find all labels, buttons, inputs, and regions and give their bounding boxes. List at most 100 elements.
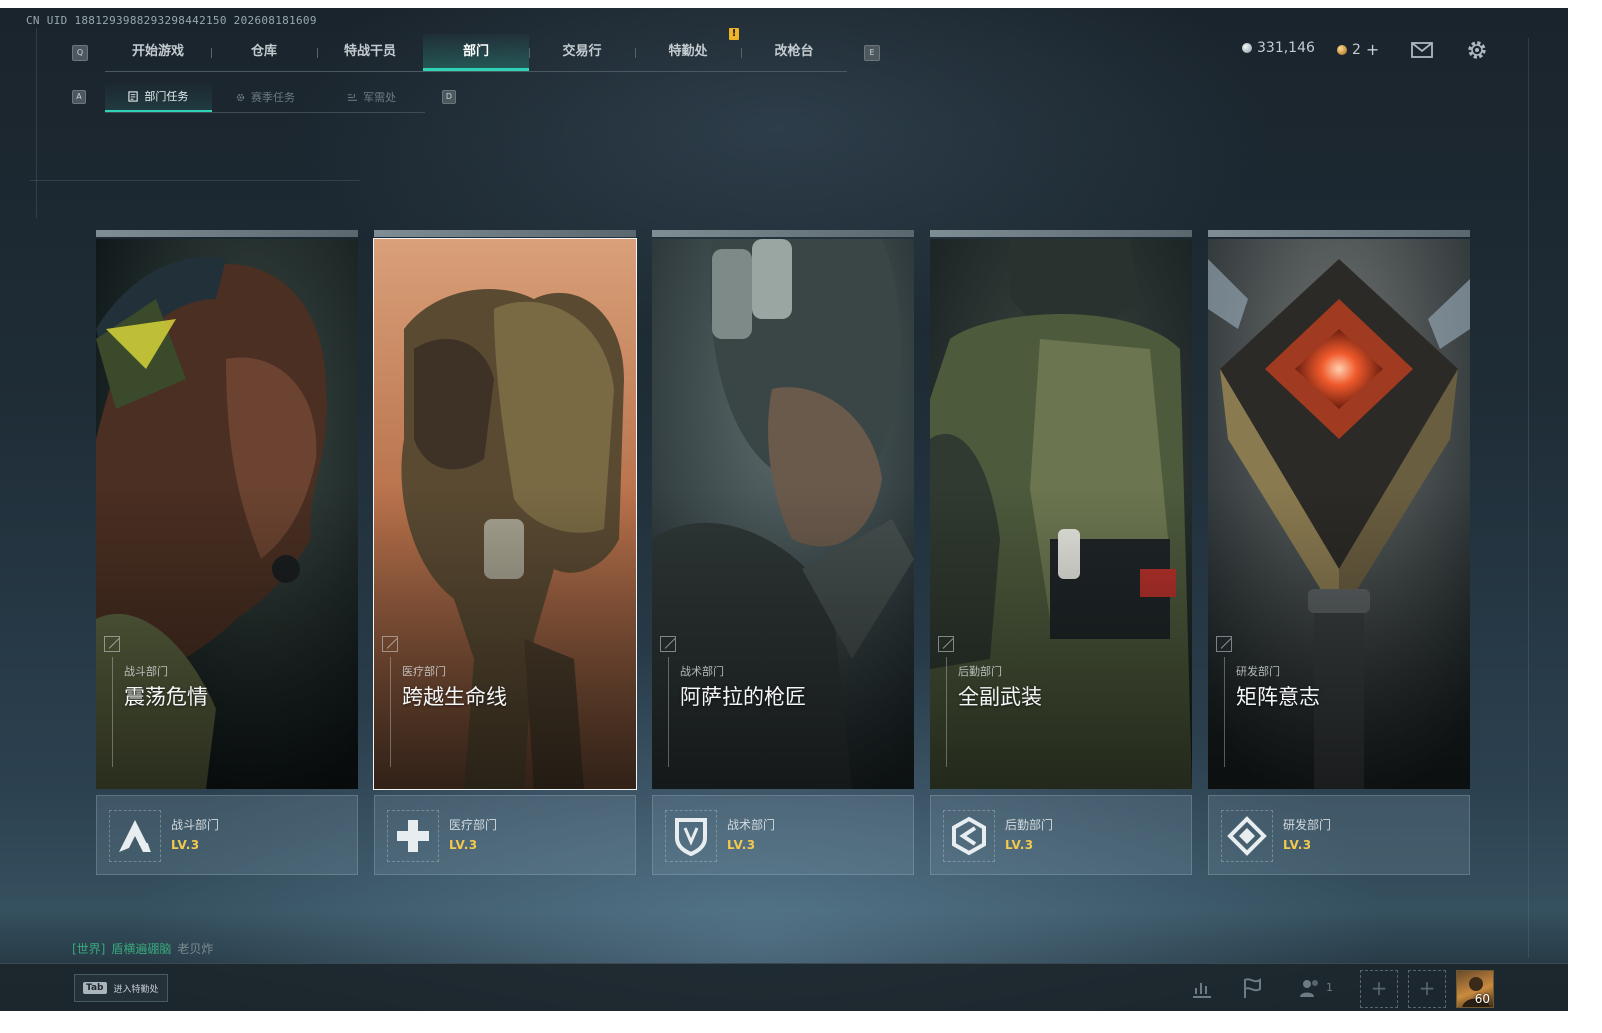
subtab-label: 军需处	[363, 90, 397, 104]
supply-icon	[348, 93, 358, 101]
department-footer[interactable]: 医疗部门 LV.3	[374, 795, 636, 875]
settings-gear-icon[interactable]	[1465, 38, 1489, 62]
combat-a-icon	[119, 820, 151, 852]
player-uid: CN UID 1881293988293298442150 2026081816…	[26, 14, 317, 27]
keycap-next-tab[interactable]: E	[864, 45, 880, 61]
department-card-tactical[interactable]: 战术部门 阿萨拉的枪匠 战术部门 LV.3	[652, 230, 914, 876]
card-header-strip	[930, 230, 1192, 237]
keycap-prev-subtab[interactable]: A	[72, 90, 86, 104]
department-level: LV.3	[171, 838, 200, 852]
department-footer[interactable]: 战术部门 LV.3	[652, 795, 914, 875]
subtab-season-tasks[interactable]: 赛季任务	[212, 83, 319, 112]
silver-amount: 331,146	[1257, 40, 1315, 56]
player-level: 60	[1474, 992, 1490, 1006]
silver-currency: 331,146	[1242, 40, 1315, 56]
card-header-strip	[96, 230, 358, 237]
alert-badge: !	[729, 28, 739, 40]
tab-gunsmith[interactable]: 改枪台	[741, 34, 847, 71]
deco-line	[1528, 38, 1529, 958]
card-title: 跨越生命线	[402, 685, 507, 709]
footer-department-name: 研发部门	[1283, 818, 1332, 832]
chat-channel: [世界]	[72, 942, 106, 956]
keycap-next-subtab[interactable]: D	[442, 90, 456, 104]
subtab-department-tasks[interactable]: 部门任务	[105, 83, 212, 112]
tab-departments[interactable]: 部门	[423, 34, 529, 71]
bottom-bar: Tab 进入特勤处 1 + + 60	[0, 963, 1568, 1011]
card-category: 医疗部门	[402, 665, 446, 678]
gear-icon	[236, 93, 245, 102]
footer-department-name: 医疗部门	[449, 818, 498, 832]
department-emblem	[387, 810, 439, 862]
card-artwork[interactable]: 医疗部门 跨越生命线	[373, 238, 637, 790]
keycap-prev-tab[interactable]: Q	[72, 45, 88, 61]
department-level: LV.3	[727, 838, 756, 852]
card-title: 矩阵意志	[1236, 685, 1320, 709]
app-window: CN UID 1881293988293298442150 2026081816…	[0, 8, 1568, 1011]
card-category: 后勤部门	[958, 665, 1002, 678]
chat-message: 老贝炸	[177, 942, 214, 956]
department-card-logistics[interactable]: 后勤部门 全副武装 后勤部门 LV.3	[930, 230, 1192, 876]
card-artwork[interactable]: 战术部门 阿萨拉的枪匠	[652, 239, 914, 789]
card-artwork[interactable]: 后勤部门 全副武装	[930, 239, 1192, 789]
department-footer[interactable]: 研发部门 LV.3	[1208, 795, 1470, 875]
tab-operators[interactable]: 特战干员	[317, 34, 423, 71]
deco-line	[36, 28, 37, 218]
gold-amount: 2	[1352, 41, 1361, 58]
department-card-research[interactable]: 研发部门 矩阵意志 研发部门 LV.3	[1208, 230, 1470, 876]
squad-slot-empty[interactable]: +	[1360, 970, 1398, 1008]
department-cards: 战斗部门 震荡危情 战斗部门 LV.3 医疗部门 跨越生命线 医疗部门 LV.3…	[96, 230, 1472, 876]
subtab-label: 部门任务	[144, 89, 189, 103]
enter-special-ops-button[interactable]: Tab 进入特勤处	[74, 974, 168, 1002]
squad-slot-empty[interactable]: +	[1408, 970, 1446, 1008]
card-title: 阿萨拉的枪匠	[680, 685, 806, 709]
card-accent-line	[668, 657, 669, 767]
expand-corner-icon	[1216, 636, 1232, 652]
expand-corner-icon	[104, 636, 120, 652]
card-category: 战术部门	[680, 665, 724, 678]
enter-special-ops-label: 进入特勤处	[113, 984, 159, 995]
card-artwork[interactable]: 战斗部门 震荡危情	[96, 239, 358, 789]
player-avatar[interactable]: 60	[1456, 970, 1494, 1008]
tab-trading[interactable]: 交易行	[529, 34, 635, 71]
silver-coin-icon	[1242, 43, 1252, 53]
department-emblem	[665, 810, 717, 862]
deco-line	[30, 180, 360, 181]
card-accent-line	[112, 657, 113, 767]
squad-count: 1	[1326, 981, 1333, 994]
expand-corner-icon	[938, 636, 954, 652]
department-card-medical[interactable]: 医疗部门 跨越生命线 医疗部门 LV.3	[373, 230, 637, 876]
stats-chart-icon[interactable]	[1190, 976, 1214, 1000]
chat-sender[interactable]: 盾横遍硼脑	[111, 942, 171, 956]
card-category: 战斗部门	[124, 665, 168, 678]
medical-cross-icon	[397, 820, 429, 852]
department-level: LV.3	[1005, 838, 1034, 852]
tab-special-ops[interactable]: 特勤处	[635, 34, 741, 71]
task-icon	[128, 91, 139, 102]
mail-icon[interactable]	[1410, 38, 1434, 62]
tab-warehouse[interactable]: 仓库	[211, 34, 317, 71]
tab-keycap: Tab	[83, 982, 107, 994]
world-chat-line[interactable]: [世界] 盾横遍硼脑 老贝炸	[72, 940, 213, 957]
department-level: LV.3	[1283, 838, 1312, 852]
footer-department-name: 战术部门	[727, 818, 776, 832]
subtab-supply[interactable]: 军需处	[318, 83, 425, 112]
expand-corner-icon	[382, 636, 398, 652]
department-footer[interactable]: 战斗部门 LV.3	[96, 795, 358, 875]
card-accent-line	[946, 657, 947, 767]
footer-department-name: 战斗部门	[171, 818, 220, 832]
department-footer[interactable]: 后勤部门 LV.3	[930, 795, 1192, 875]
gold-currency[interactable]: 2 +	[1337, 40, 1379, 59]
card-artwork[interactable]: 研发部门 矩阵意志	[1208, 239, 1470, 789]
flag-icon[interactable]	[1240, 976, 1264, 1000]
card-header-strip	[1208, 230, 1470, 237]
card-category: 研发部门	[1236, 665, 1280, 678]
card-header-strip	[652, 230, 914, 237]
department-emblem	[109, 810, 161, 862]
add-currency-icon[interactable]: +	[1366, 40, 1379, 59]
tab-start-game[interactable]: 开始游戏	[105, 34, 211, 71]
sub-tabs: 部门任务 赛季任务 军需处	[105, 83, 425, 113]
squad-members-icon[interactable]	[1298, 976, 1322, 1000]
gold-coin-icon	[1337, 44, 1347, 55]
tactical-shield-icon	[675, 818, 707, 856]
department-card-combat[interactable]: 战斗部门 震荡危情 战斗部门 LV.3	[96, 230, 358, 876]
